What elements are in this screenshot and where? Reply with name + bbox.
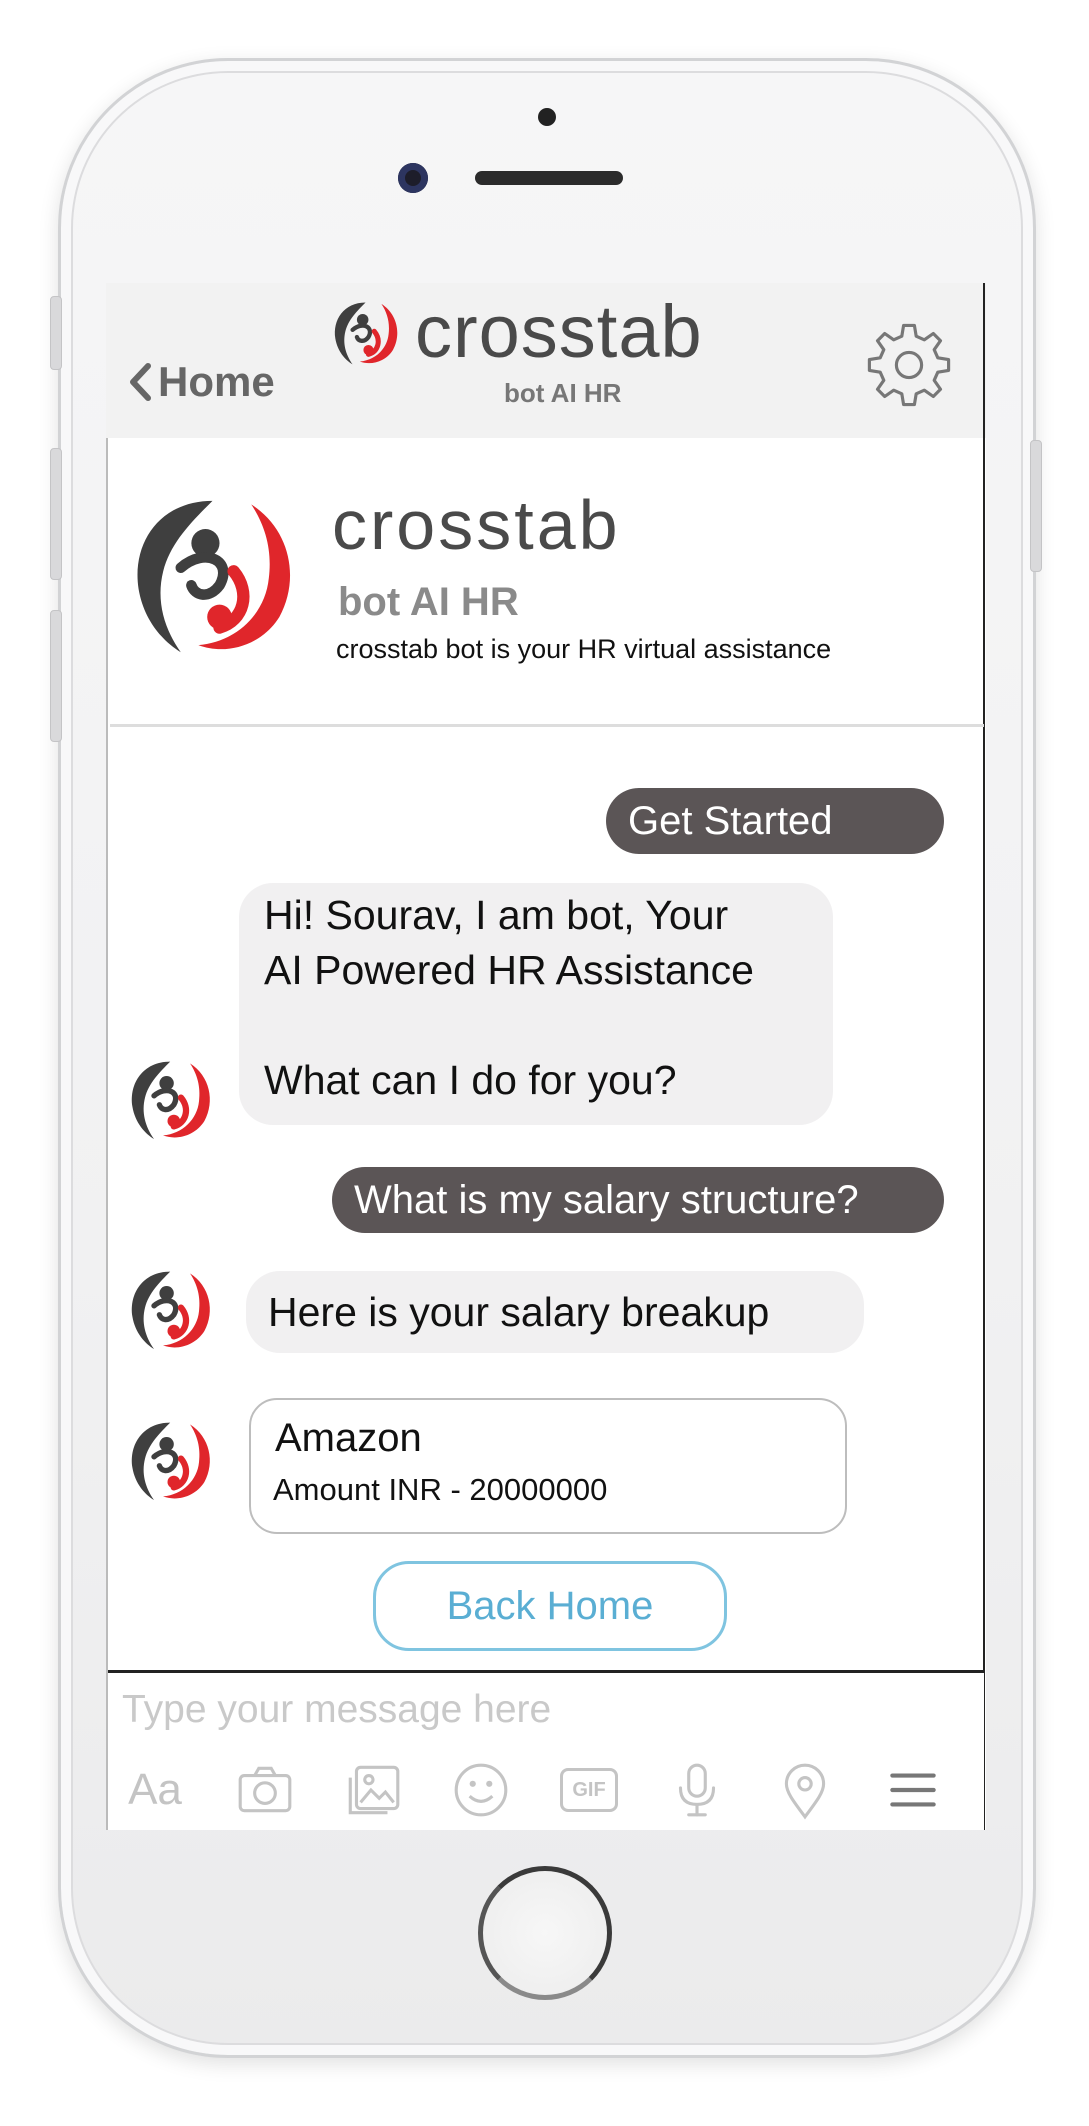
microphone-icon — [678, 1763, 716, 1817]
camera-icon — [238, 1766, 292, 1813]
back-home-link[interactable]: Home — [128, 358, 275, 406]
mute-switch — [50, 296, 62, 370]
chevron-left-icon — [130, 363, 151, 401]
profile-brand-name: crosstab — [332, 486, 621, 564]
proximity-sensor — [538, 108, 556, 126]
gif-button[interactable]: GIF — [554, 1755, 624, 1825]
camera-button[interactable] — [230, 1755, 300, 1825]
back-label: Home — [158, 358, 275, 405]
front-camera — [398, 163, 428, 193]
header-brand: crosstab — [331, 295, 703, 369]
header-brand-sub: bot AI HR — [504, 378, 622, 408]
salary-card-amount: Amount INR - 20000000 — [273, 1472, 608, 1507]
message-input[interactable] — [120, 1681, 964, 1739]
greeting-line-3: What can I do for you? — [264, 1057, 677, 1103]
home-button[interactable] — [478, 1866, 612, 2000]
profile-description: crosstab bot is your HR virtual assistan… — [336, 634, 832, 664]
bot-message-greeting: Hi! Sourav, I am bot, Your AI Powered HR… — [239, 883, 833, 1125]
bot-avatar — [131, 1422, 210, 1500]
text-format-icon: Aa — [128, 1765, 182, 1814]
menu-button[interactable] — [878, 1755, 948, 1825]
message-composer: Aa GIF — [108, 1670, 984, 1830]
power-button — [1030, 440, 1042, 572]
header-brand-name: crosstab — [415, 290, 703, 373]
text-format-button[interactable]: Aa — [120, 1755, 190, 1825]
volume-up-button — [50, 448, 62, 580]
salary-card: Amazon Amount INR - 20000000 — [249, 1398, 847, 1534]
microphone-button[interactable] — [662, 1755, 732, 1825]
location-button[interactable] — [770, 1755, 840, 1825]
profile-brand-sub: bot AI HR — [338, 580, 519, 624]
crosstab-logo — [137, 500, 291, 653]
salary-card-title: Amazon — [275, 1416, 422, 1460]
emoji-icon — [454, 1763, 508, 1817]
bot-avatar — [131, 1271, 210, 1349]
chat-screen: Home crosstab bot AI HR crosstab bot AI … — [106, 283, 986, 1830]
gif-icon: GIF — [560, 1768, 618, 1812]
gear-icon[interactable] — [864, 320, 954, 410]
bot-avatar — [131, 1061, 210, 1139]
earpiece-speaker — [475, 171, 623, 185]
user-message-salary-question: What is my salary structure? — [332, 1167, 944, 1233]
top-bar: Home crosstab bot AI HR — [106, 283, 986, 438]
profile-divider — [110, 724, 984, 727]
bot-message-salary-reply: Here is your salary breakup — [246, 1271, 864, 1353]
back-home-button[interactable]: Back Home — [373, 1561, 727, 1651]
greeting-line-1: Hi! Sourav, I am bot, Your — [264, 892, 729, 938]
crosstab-logo — [334, 302, 398, 365]
gif-label: GIF — [572, 1778, 606, 1801]
volume-down-button — [50, 610, 62, 742]
greeting-line-2: AI Powered HR Assistance — [264, 947, 754, 993]
location-pin-icon — [784, 1763, 826, 1820]
bot-profile-header: crosstab bot AI HR crosstab bot is your … — [106, 438, 986, 708]
gallery-button[interactable] — [338, 1755, 408, 1825]
emoji-button[interactable] — [446, 1755, 516, 1825]
menu-icon — [890, 1773, 936, 1807]
composer-toolbar: Aa GIF — [108, 1755, 984, 1825]
user-message-get-started: Get Started — [606, 788, 944, 854]
gallery-icon — [348, 1765, 400, 1815]
